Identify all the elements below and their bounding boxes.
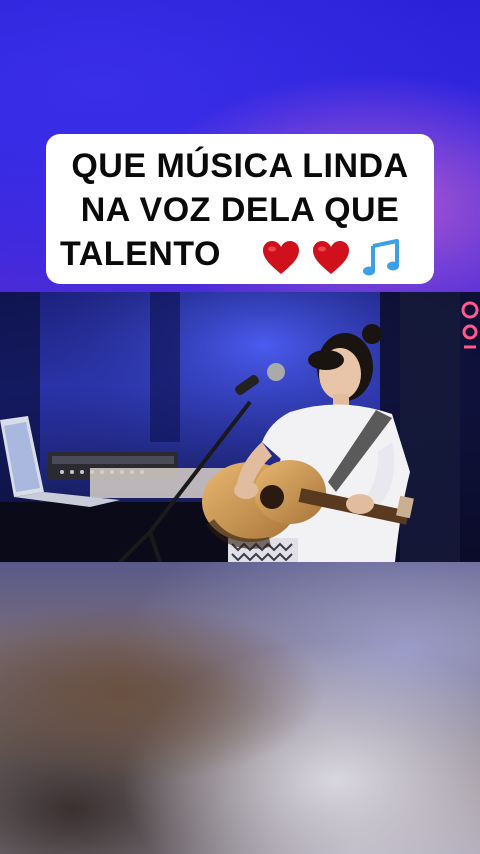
reel-screen: QUE MÚSICA LINDA NA VOZ DELA QUE TALENTO [0,0,480,854]
caption-line-3-text: TALENTO [60,235,221,273]
blurred-backdrop-bottom [0,562,480,854]
caption-line-3: TALENTO [60,232,420,278]
stage-scene [0,292,480,562]
caption-line-2: NA VOZ DELA QUE [80,191,400,229]
heart-icon [262,241,299,275]
caption-line-1: QUE MÚSICA LINDA [71,147,409,185]
heart-icon [312,241,349,275]
video-frame[interactable] [0,292,480,562]
music-notes-icon [362,239,399,276]
emoji-row [261,234,401,278]
caption-box: QUE MÚSICA LINDA NA VOZ DELA QUE TALENTO [46,134,434,284]
